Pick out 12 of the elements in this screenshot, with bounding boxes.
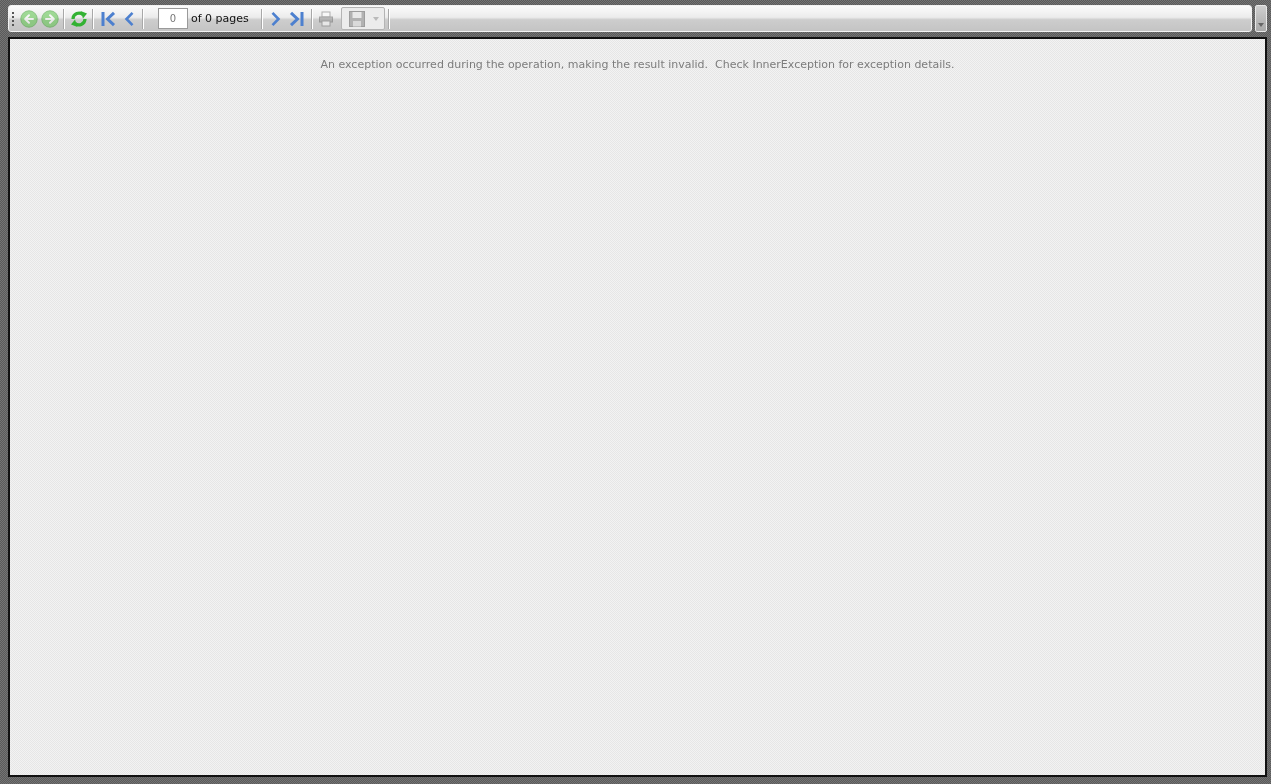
caret-icon [372,16,379,21]
toolbar-overflow-button[interactable] [1255,5,1267,32]
page-number-field[interactable]: 0 [158,8,188,29]
printer-icon [319,10,334,27]
page-count-label: of 0 pages [191,12,249,25]
last-page-icon [289,10,306,27]
error-message: An exception occurred during the operation, making the result invalid. Check InnerException for exception details. [320,58,955,71]
chevron-left-icon [123,10,134,27]
refresh-icon [69,9,88,28]
caret-icon [1258,23,1264,27]
first-page-icon [99,10,116,27]
chevron-right-icon [271,10,282,27]
